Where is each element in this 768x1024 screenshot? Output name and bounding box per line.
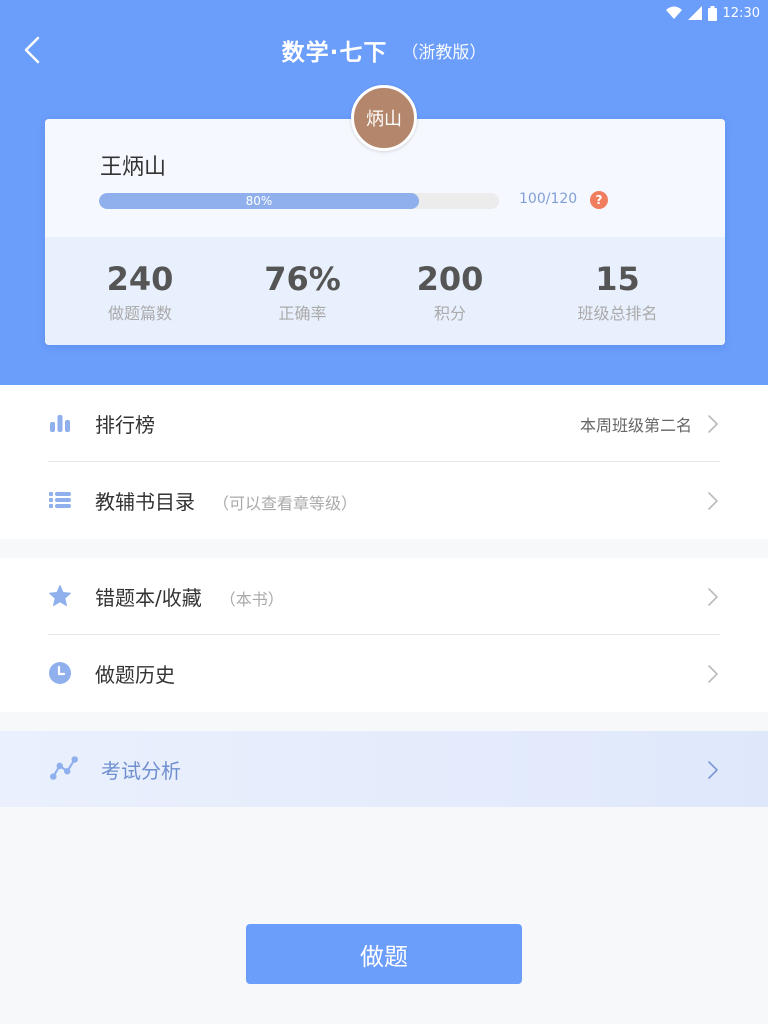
stat-label: 正确率 — [278, 304, 327, 323]
page-subtitle: （浙教版） — [401, 42, 487, 63]
exam-analysis-inner: 考试分析 — [0, 731, 768, 807]
history-title: 做题历史 — [95, 663, 175, 687]
do-exercise-button[interactable]: 做题 — [246, 924, 522, 984]
trend-icon — [50, 756, 78, 780]
avatar[interactable]: 炳山 — [351, 85, 417, 151]
stats-row: 240 做题篇数 76% 正确率 200 积分 15 班级总排名 — [45, 237, 725, 345]
chevron-right-icon — [708, 761, 718, 779]
chevron-right-icon — [708, 588, 718, 606]
stat-class-rank: 15 班级总排名 — [530, 237, 705, 345]
ranking-value: 本周班级第二名 — [579, 415, 692, 435]
progress-bar: 80% — [99, 193, 499, 209]
stat-label: 积分 — [433, 304, 466, 323]
star-icon — [49, 585, 71, 607]
status-bar: 12:30 — [665, 3, 760, 23]
chevron-right-icon — [708, 665, 718, 683]
list-icon — [49, 492, 71, 508]
chevron-right-icon — [708, 492, 718, 510]
catalog-hint: （可以查看章等级） — [213, 494, 358, 513]
stat-problems: 240 做题篇数 — [45, 237, 235, 345]
clock-icon — [49, 662, 71, 684]
user-name: 王炳山 — [100, 155, 167, 180]
wrongbook-row[interactable]: 错题本/收藏 （本书） — [0, 558, 768, 635]
chevron-right-icon — [708, 415, 718, 433]
bar-chart-icon — [50, 415, 70, 432]
status-time: 12:30 — [722, 5, 760, 21]
stat-value: 76% — [264, 260, 341, 298]
history-label: 做题历史 — [95, 659, 175, 688]
ranking-title: 排行榜 — [95, 413, 155, 437]
stat-value: 200 — [416, 260, 484, 298]
stat-label: 做题篇数 — [107, 304, 172, 323]
stat-label: 班级总排名 — [577, 304, 658, 323]
wrongbook-title: 错题本/收藏 — [95, 586, 202, 610]
stat-accuracy: 76% 正确率 — [235, 237, 370, 345]
progress-fill: 80% — [99, 193, 419, 209]
stat-value: 15 — [595, 260, 640, 298]
progress-value: 100/120 — [519, 191, 578, 207]
signal-icon — [687, 6, 702, 20]
progress-percent: 80% — [245, 194, 273, 208]
catalog-label: 教辅书目录 （可以查看章等级） — [95, 486, 357, 515]
ranking-label: 排行榜 — [95, 409, 155, 438]
catalog-row[interactable]: 教辅书目录 （可以查看章等级） — [0, 462, 768, 539]
page-title-bar: 数学·七下 （浙教版） — [0, 34, 768, 66]
wifi-icon — [665, 6, 682, 19]
wrongbook-label: 错题本/收藏 （本书） — [95, 582, 284, 611]
exam-analysis-title: 考试分析 — [101, 758, 181, 783]
battery-icon — [707, 5, 717, 21]
stat-value: 240 — [106, 260, 174, 298]
profile-card: 王炳山 80% 100/120 ? 240 做题篇数 76% 正确率 200 积… — [45, 119, 725, 345]
exam-analysis-label: 考试分析 — [101, 755, 181, 784]
menu-group-1: 排行榜 本周班级第二名 教辅书目录 （可以查看章等级） — [0, 385, 768, 539]
catalog-title: 教辅书目录 — [95, 490, 195, 514]
help-icon[interactable]: ? — [590, 191, 608, 209]
stat-points: 200 积分 — [370, 237, 530, 345]
history-row[interactable]: 做题历史 — [0, 635, 768, 712]
exam-analysis-row[interactable]: 考试分析 — [0, 731, 768, 807]
page-title: 数学·七下 — [281, 40, 388, 66]
menu-group-2: 错题本/收藏 （本书） 做题历史 — [0, 558, 768, 712]
wrongbook-hint: （本书） — [219, 590, 284, 609]
ranking-row[interactable]: 排行榜 本周班级第二名 — [0, 385, 768, 462]
